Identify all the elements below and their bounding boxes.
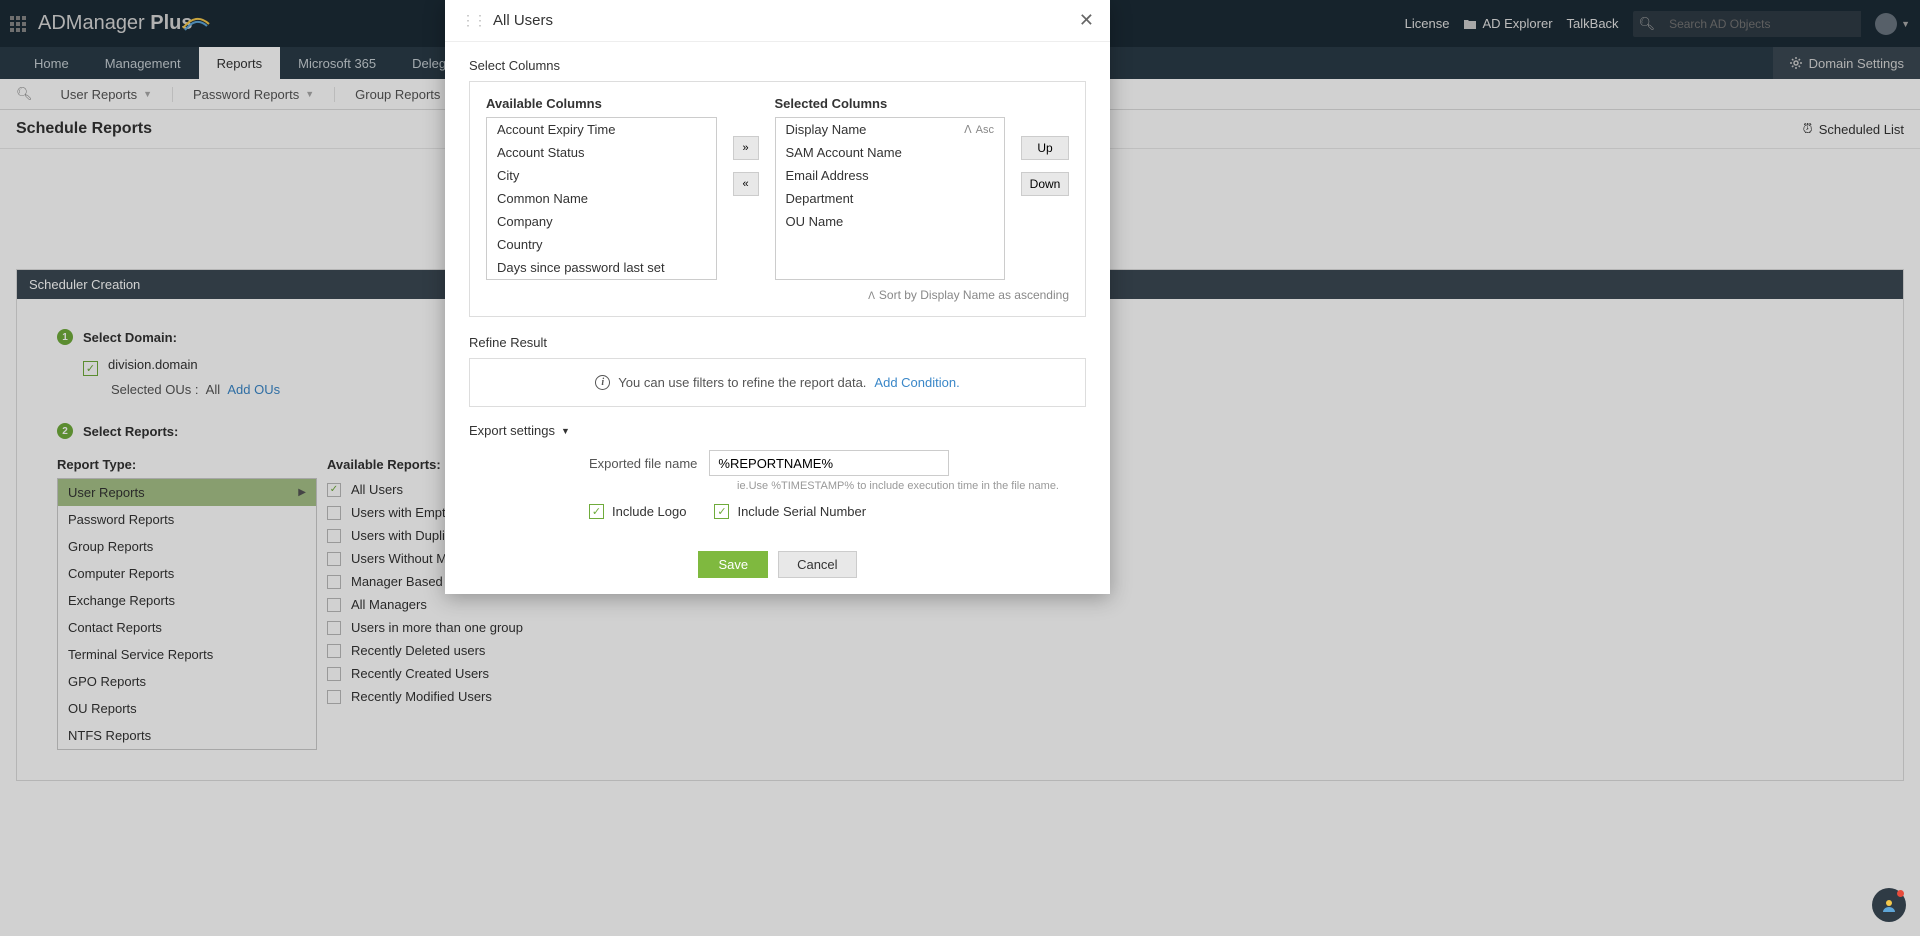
select-columns-label: Select Columns	[469, 58, 1086, 73]
available-column-item[interactable]: Days since password last set	[487, 256, 716, 279]
exported-filename-label: Exported file name	[589, 456, 697, 471]
chevron-down-icon: ▼	[561, 426, 570, 436]
available-column-item[interactable]: Common Name	[487, 187, 716, 210]
info-icon: i	[595, 375, 610, 390]
export-section: Export settings ▼ Exported file name ie.…	[469, 423, 1086, 519]
filename-hint: ie.Use %TIMESTAMP% to include execution …	[737, 480, 1086, 492]
modal-title: All Users	[493, 12, 553, 29]
exported-filename-input[interactable]	[709, 450, 949, 476]
save-button[interactable]: Save	[698, 551, 768, 578]
move-left-button[interactable]: «	[733, 172, 759, 196]
available-columns-list[interactable]: Account Expiry TimeAccount StatusCityCom…	[486, 117, 717, 280]
selected-columns-list[interactable]: Display Nameᐱ AscSAM Account NameEmail A…	[775, 117, 1006, 280]
selected-column-item[interactable]: SAM Account Name	[776, 141, 1005, 164]
available-column-item[interactable]: Account Status	[487, 141, 716, 164]
move-up-button[interactable]: Up	[1021, 136, 1069, 160]
drag-handle-icon[interactable]: ⋮⋮	[461, 12, 485, 29]
move-down-button[interactable]: Down	[1021, 172, 1069, 196]
available-column-item[interactable]: Company	[487, 210, 716, 233]
available-columns-heading: Available Columns	[486, 96, 717, 111]
available-column-item[interactable]: Account Expiry Time	[487, 118, 716, 141]
include-logo-checkbox[interactable]: ✓Include Logo	[589, 504, 686, 519]
refine-box: i You can use filters to refine the repo…	[469, 358, 1086, 407]
export-settings-toggle[interactable]: Export settings ▼	[469, 423, 1086, 438]
available-column-item[interactable]: City	[487, 164, 716, 187]
refine-section: Refine Result i You can use filters to r…	[469, 335, 1086, 407]
columns-box: Available Columns Account Expiry TimeAcc…	[469, 81, 1086, 317]
include-serial-checkbox[interactable]: ✓Include Serial Number	[714, 504, 866, 519]
all-users-modal: ⋮⋮ All Users ✕ Select Columns Available …	[445, 0, 1110, 594]
cancel-button[interactable]: Cancel	[778, 551, 856, 578]
reorder-buttons: Up Down	[1021, 96, 1069, 196]
selected-column-item[interactable]: Department	[776, 187, 1005, 210]
close-icon[interactable]: ✕	[1079, 10, 1094, 31]
move-right-button[interactable]: »	[733, 136, 759, 160]
modal-header: ⋮⋮ All Users ✕	[445, 0, 1110, 42]
chevron-up-icon: ᐱ	[868, 291, 875, 302]
sort-summary[interactable]: ᐱSort by Display Name as ascending	[486, 288, 1069, 302]
selected-column-item[interactable]: OU Name	[776, 210, 1005, 233]
help-chat-icon[interactable]	[1872, 888, 1906, 922]
modal-footer: Save Cancel	[445, 535, 1110, 594]
sort-indicator[interactable]: ᐱ Asc	[964, 123, 994, 136]
selected-column-item[interactable]: Display Nameᐱ Asc	[776, 118, 1005, 141]
add-condition-link[interactable]: Add Condition.	[874, 375, 959, 390]
available-column-item[interactable]: Country	[487, 233, 716, 256]
chevron-up-icon: ᐱ	[964, 123, 972, 136]
selected-columns-heading: Selected Columns	[775, 96, 1006, 111]
selected-column-item[interactable]: Email Address	[776, 164, 1005, 187]
mover-buttons: » «	[733, 96, 759, 196]
